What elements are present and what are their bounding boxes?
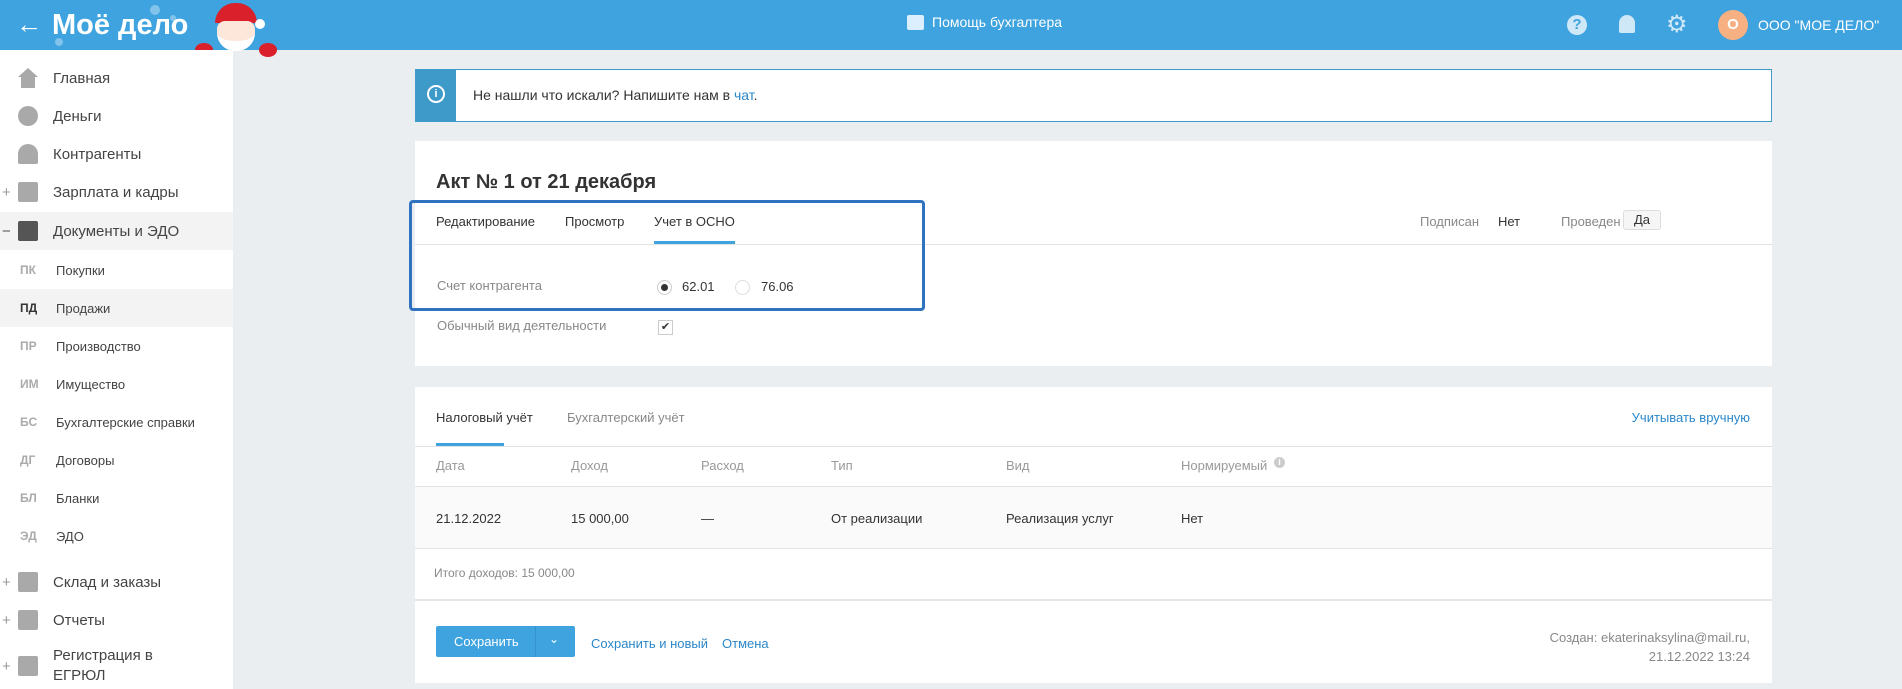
info-icon[interactable]: i (1274, 457, 1285, 468)
cell-type: От реализации (831, 511, 923, 526)
col-normalized: Нормируемый (1181, 458, 1268, 473)
help-center-link[interactable]: Помощь бухгалтера (907, 14, 1062, 30)
sidebar-item-registration[interactable]: + Регистрация в ЕГРЮЛ (0, 644, 233, 688)
posted-toggle[interactable]: Да (1623, 210, 1661, 230)
signed-label: Подписан (1420, 214, 1480, 229)
chat-link[interactable]: чат (734, 87, 754, 103)
income-total: Итого доходов: 15 000,00 (434, 566, 575, 580)
top-header: ← Моё дело Помощь бухгалтера ? ⚙ О ООО "… (0, 0, 1902, 57)
back-arrow-icon[interactable]: ← (16, 8, 42, 40)
divider (415, 599, 1772, 601)
info-icon: i (416, 70, 456, 121)
col-income: Доход (571, 458, 608, 473)
folder-icon (18, 221, 38, 241)
activity-label: Обычный вид деятельности (437, 318, 607, 333)
report-icon (18, 610, 38, 630)
col-date: Дата (436, 458, 465, 473)
sidebar-sub-edo[interactable]: ЭД ЭДО (0, 517, 233, 555)
cell-normalized: Нет (1181, 511, 1204, 526)
wallet-icon (18, 182, 38, 202)
sidebar-item-documents[interactable]: − Документы и ЭДО (0, 212, 233, 250)
col-type: Тип (831, 458, 853, 473)
created-info: Создан: ekaterinaksylina@mail.ru, 21.12.… (1550, 628, 1750, 666)
logo[interactable]: Моё дело (52, 8, 188, 42)
sidebar-sub-forms[interactable]: БЛ Бланки (0, 479, 233, 517)
sidebar-item-money[interactable]: Деньги (0, 97, 233, 135)
gear-icon[interactable]: ⚙ (1666, 13, 1688, 37)
col-kind: Вид (1006, 458, 1030, 473)
sidebar-sub-production[interactable]: ПР Производство (0, 327, 233, 365)
sidebar-sub-purchases[interactable]: ПК Покупки (0, 251, 233, 289)
page-title: Акт № 1 от 21 декабря (436, 171, 657, 193)
help-icon[interactable]: ? (1567, 15, 1587, 35)
sidebar-item-salary[interactable]: + Зарплата и кадры (0, 173, 233, 211)
cell-income: 15 000,00 (571, 511, 629, 526)
tab-bookkeeping[interactable]: Бухгалтерский учёт (567, 410, 685, 425)
sidebar-sub-accounting-notes[interactable]: БС Бухгалтерские справки (0, 403, 233, 441)
sidebar: Главная Деньги Контрагенты + Зарплата и к… (0, 50, 233, 689)
avatar[interactable]: О (1718, 10, 1748, 40)
cell-expense: — (701, 511, 714, 526)
posted-label: Проведен (1561, 214, 1621, 229)
highlight-frame (409, 200, 925, 311)
info-banner: i Не нашли что искали? Напишите нам в ча… (415, 69, 1772, 122)
dropdown-divider (535, 626, 536, 657)
save-label: Сохранить (454, 634, 519, 649)
created-at: 21.12.2022 13:24 (1648, 649, 1750, 664)
created-by: Создан: ekaterinaksylina@mail.ru, (1549, 630, 1750, 645)
cancel-link[interactable]: Отмена (722, 636, 769, 651)
info-end: . (753, 87, 758, 103)
save-button[interactable]: Сохранить ⌄ (436, 626, 575, 657)
sidebar-sub-sales[interactable]: ПД Продажи (0, 289, 233, 327)
info-text: Не нашли что искали? Напишите нам в (473, 87, 734, 103)
cell-date: 21.12.2022 (436, 511, 502, 526)
sidebar-sub-contracts[interactable]: ДГ Договоры (0, 441, 233, 479)
sidebar-item-contractors[interactable]: Контрагенты (0, 135, 233, 173)
sidebar-item-reports[interactable]: + Отчеты (0, 601, 233, 639)
contractor-icon (18, 144, 38, 164)
cart-icon (18, 572, 38, 592)
company-name[interactable]: ООО "МОЕ ДЕЛО" (1758, 17, 1879, 33)
money-icon (18, 106, 38, 126)
sidebar-item-home[interactable]: Главная (0, 59, 233, 97)
sidebar-item-warehouse[interactable]: + Склад и заказы (0, 563, 233, 601)
tab-tax-accounting[interactable]: Налоговый учёт (436, 410, 533, 425)
home-icon (18, 68, 38, 88)
cash-register-icon (907, 14, 924, 30)
sidebar-sub-property[interactable]: ИМ Имущество (0, 365, 233, 403)
bell-icon[interactable] (1619, 15, 1635, 33)
cell-kind: Реализация услуг (1006, 511, 1114, 526)
signed-value[interactable]: Нет (1498, 214, 1520, 229)
divider (415, 446, 1772, 447)
activity-checkbox[interactable]: ✔ (658, 320, 673, 335)
chevron-down-icon[interactable]: ⌄ (549, 632, 559, 646)
save-and-new-link[interactable]: Сохранить и новый (591, 636, 708, 651)
help-center-label: Помощь бухгалтера (932, 14, 1063, 30)
manual-accounting-link[interactable]: Учитывать вручную (1632, 410, 1750, 425)
col-expense: Расход (701, 458, 744, 473)
registration-icon (18, 656, 38, 676)
